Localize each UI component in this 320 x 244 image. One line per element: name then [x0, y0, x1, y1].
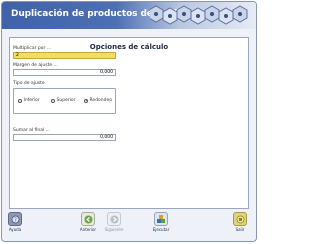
help-icon: ?	[8, 212, 22, 226]
svg-text:?: ?	[14, 217, 17, 223]
radio-superior-dot	[51, 98, 55, 103]
footer-toolbar: ? Ayuda Anterior Siguiente Ejecutar Sali…	[2, 208, 256, 241]
title-bar: Duplicación de productos de tarifas.	[2, 2, 256, 29]
arrow-right-icon	[107, 212, 121, 226]
next-label: Siguiente	[104, 227, 124, 232]
logo-icon	[150, 5, 248, 25]
help-button[interactable]: ? Ayuda	[4, 212, 26, 232]
previous-button[interactable]: Anterior	[77, 212, 99, 232]
sumar-field[interactable]: 0,000	[13, 134, 116, 141]
radio-redondeo-label: Redondeo	[89, 98, 113, 103]
next-button[interactable]: Siguiente	[103, 212, 125, 232]
run-label: Ejecutar	[152, 227, 170, 232]
radio-superior[interactable]: Superior	[51, 98, 76, 103]
radio-inferior-label: Inferior	[23, 98, 40, 103]
multiplicar-field[interactable]: 2	[13, 52, 116, 59]
arrow-left-icon	[81, 212, 95, 226]
sumar-label: Sumar al final ...	[13, 128, 50, 133]
multiplicar-value: 2	[16, 53, 19, 58]
tipo-group: Inferior Superior Redondeo	[13, 88, 116, 114]
margen-field[interactable]: 0,000	[13, 69, 116, 76]
wizard-window: Duplicación de productos de tarifas. Opc…	[1, 1, 257, 242]
radio-redondeo[interactable]: Redondeo	[84, 98, 112, 103]
margen-label: Margen de ajuste ...	[13, 63, 58, 68]
tipo-label: Tipo de ajuste	[13, 81, 45, 86]
exit-label: Salir	[235, 227, 245, 232]
exit-icon	[233, 212, 247, 226]
content-panel: Opciones de cálculo Multiplicar por ... …	[9, 37, 249, 209]
sumar-value: 0,000	[100, 135, 113, 140]
run-button[interactable]: Ejecutar	[150, 212, 172, 232]
radio-superior-label: Superior	[56, 98, 76, 103]
exit-button[interactable]: Salir	[229, 212, 251, 232]
radio-redondeo-dot	[84, 98, 88, 103]
previous-label: Anterior	[79, 227, 97, 232]
radio-inferior[interactable]: Inferior	[18, 98, 40, 103]
margen-value: 0,000	[100, 70, 113, 75]
multiplicar-label: Multiplicar por ...	[13, 46, 52, 51]
help-label: Ayuda	[8, 227, 22, 232]
radio-inferior-dot	[18, 98, 22, 103]
run-icon	[154, 212, 168, 226]
